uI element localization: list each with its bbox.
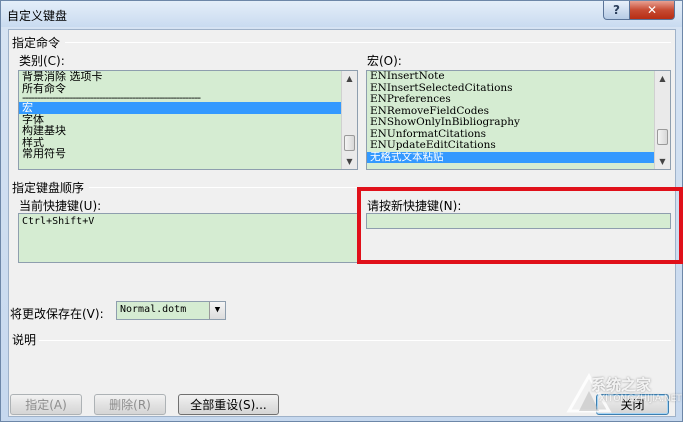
list-item[interactable]: 所有命令 <box>19 83 341 95</box>
save-in-combobox[interactable]: Normal.dotm ▼ <box>116 301 226 320</box>
chevron-down-icon[interactable]: ▼ <box>209 302 225 319</box>
list-item[interactable]: ENInsertNote <box>367 71 654 83</box>
scroll-up-icon[interactable]: ▲ <box>342 71 357 86</box>
scroll-down-icon[interactable]: ▼ <box>342 154 357 169</box>
description-label: 说明 <box>12 333 37 347</box>
list-item[interactable]: ENInsertSelectedCitations <box>367 83 654 95</box>
list-item[interactable]: ENPreferences <box>367 94 654 106</box>
current-key-item[interactable]: Ctrl+Shift+V <box>22 216 354 227</box>
specify-command-group-label: 指定命令 <box>12 36 61 50</box>
list-divider: ----------------------------------------… <box>22 94 201 102</box>
scroll-thumb[interactable] <box>657 129 668 145</box>
watermark-text: 系统之家 <box>591 376 652 394</box>
list-item[interactable]: ENShowOnlyInBibliography <box>367 117 654 129</box>
macros-label: 宏(O): <box>367 54 402 68</box>
categories-label: 类别(C): <box>19 54 65 68</box>
macros-scrollbar[interactable]: ▲ ▼ <box>654 71 670 169</box>
categories-scrollbar[interactable]: ▲ ▼ <box>341 71 357 169</box>
list-item[interactable]: 构建基块 <box>19 125 341 137</box>
window-title: 自定义键盘 <box>7 9 68 23</box>
scroll-thumb[interactable] <box>344 135 355 151</box>
group-divider <box>65 42 671 43</box>
categories-listbox[interactable]: 背景消除 选项卡 所有命令 ----------------------------… <box>18 70 358 170</box>
categories-items: 背景消除 选项卡 所有命令 ----------------------------… <box>19 71 341 160</box>
group-divider <box>39 340 671 341</box>
new-key-input[interactable] <box>366 213 671 229</box>
list-item[interactable]: 无格式文本粘贴 <box>367 151 654 163</box>
new-key-label: 请按新快捷键(N): <box>367 199 462 213</box>
scroll-up-icon[interactable]: ▲ <box>655 71 670 86</box>
list-item[interactable]: ENRemoveFieldCodes <box>367 106 654 118</box>
customize-keyboard-dialog: 自定义键盘 ? ✕ 指定命令 类别(C): 背景消除 选项卡 所有命令 ------… <box>0 0 683 422</box>
title-bar[interactable]: 自定义键盘 ? ✕ <box>1 1 682 27</box>
reset-all-button[interactable]: 全部重设(S)... <box>178 394 279 415</box>
list-item[interactable]: ENUnformatCitations <box>367 129 654 141</box>
scroll-down-icon[interactable]: ▼ <box>655 154 670 169</box>
specify-keyboard-sequence-label: 指定键盘顺序 <box>12 181 85 195</box>
list-item[interactable]: 背景消除 选项卡 <box>19 71 341 83</box>
save-in-label: 将更改保存在(V): <box>10 307 104 321</box>
assign-button[interactable]: 指定(A) <box>10 394 82 415</box>
help-button[interactable]: ? <box>603 1 630 20</box>
watermark-subtext: XITONGZHIJIA.NET <box>599 394 682 404</box>
macros-listbox[interactable]: ENInsertNote ENInsertSelectedCitations ENP… <box>366 70 671 170</box>
dialog-body: 指定命令 类别(C): 背景消除 选项卡 所有命令 ----------------… <box>8 29 683 417</box>
list-item[interactable]: 字体 <box>19 114 341 126</box>
save-in-value: Normal.dotm <box>120 304 187 315</box>
list-item[interactable]: 样式 <box>19 137 341 149</box>
list-item[interactable]: 宏 <box>19 102 341 114</box>
list-item[interactable]: ENUpdateEditCitations <box>367 140 654 152</box>
current-keys-list[interactable]: Ctrl+Shift+V <box>18 213 358 263</box>
close-window-button[interactable]: ✕ <box>629 1 675 20</box>
current-keys-label: 当前快捷键(U): <box>19 199 102 213</box>
remove-button[interactable]: 删除(R) <box>94 394 166 415</box>
list-item[interactable]: 常用符号 <box>19 148 341 160</box>
macros-items: ENInsertNote ENInsertSelectedCitations ENP… <box>367 71 654 163</box>
